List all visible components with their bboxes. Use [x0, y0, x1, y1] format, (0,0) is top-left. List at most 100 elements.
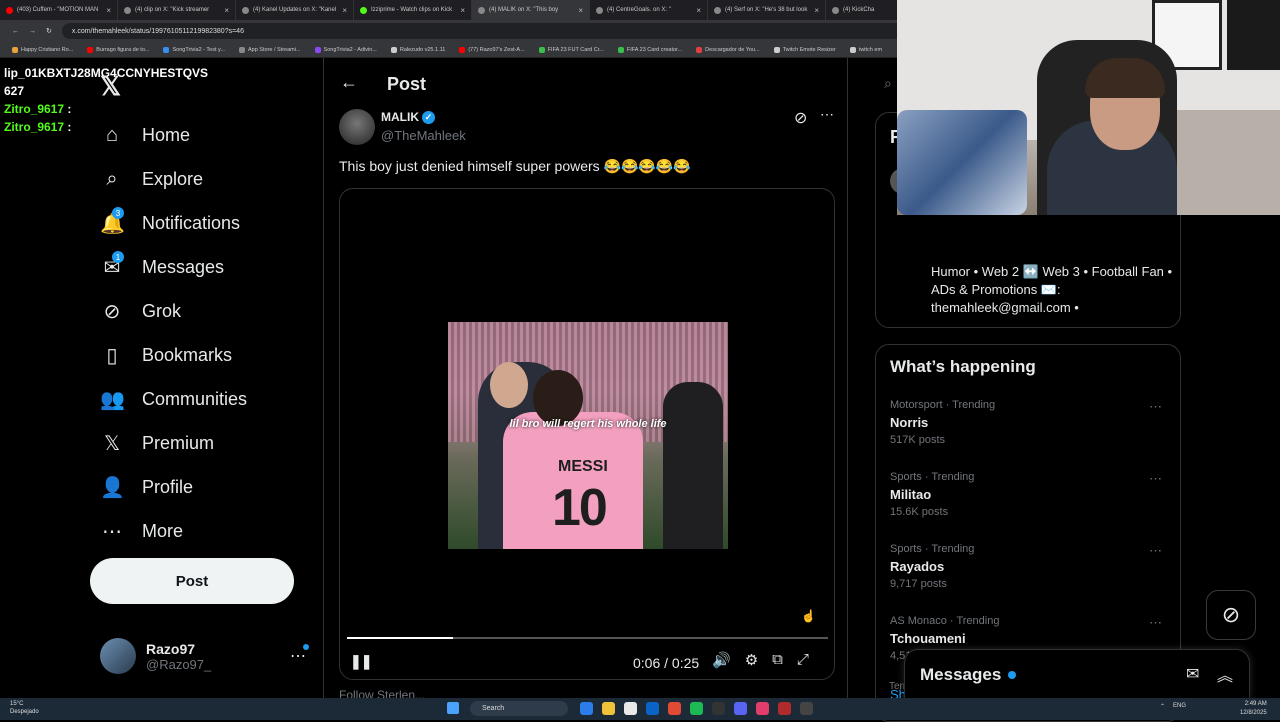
- video-progress-fill: [347, 637, 453, 639]
- bookmarks-icon: ▯: [106, 344, 118, 367]
- bookmark-item[interactable]: Twitch Emote Resizer: [773, 46, 836, 53]
- trend-more-icon[interactable]: ⋯: [1149, 615, 1162, 631]
- app-icon[interactable]: [712, 702, 725, 715]
- trend-more-icon[interactable]: ⋯: [1149, 471, 1162, 487]
- close-tab-icon[interactable]: ×: [578, 6, 583, 15]
- back-arrow-icon[interactable]: ←: [340, 72, 358, 93]
- account-notification-dot: [303, 644, 309, 650]
- sidebar-item-premium[interactable]: 𝕏 Premium: [100, 421, 300, 465]
- avatar: [100, 638, 136, 674]
- tab-favicon-icon: [714, 6, 721, 14]
- sidebar-item-profile[interactable]: 👤 Profile: [100, 465, 300, 509]
- browser-tab[interactable]: (403) Cuffem - "MOTION MAN ×: [0, 0, 118, 20]
- browser-tab[interactable]: (4) CentreGoals. on X: " ×: [590, 0, 708, 20]
- pip-icon[interactable]: ⧉: [772, 651, 783, 669]
- windows-start-icon[interactable]: [447, 702, 459, 714]
- bookmark-item[interactable]: SongTrivia2 - Adivin...: [314, 46, 377, 53]
- mail-app-icon[interactable]: [646, 702, 659, 715]
- tray-chevron-icon[interactable]: ⌃: [1160, 703, 1165, 710]
- tab-title: (4) clip on X: "Kick streamer: [135, 7, 210, 13]
- sidebar-item-messages[interactable]: ✉ 1 Messages: [100, 245, 300, 289]
- tab-title: (4) Serf on X: "He's 38 but look: [725, 7, 808, 13]
- browser-tab[interactable]: Izziprime - Watch clips on Kick ×: [354, 0, 472, 20]
- search-icon[interactable]: ⌕: [884, 75, 892, 92]
- file-explorer-icon[interactable]: [602, 702, 615, 715]
- language-indicator[interactable]: ENG: [1173, 703, 1186, 710]
- app-icon[interactable]: [756, 702, 769, 715]
- app-icon[interactable]: [800, 702, 813, 715]
- tab-title: (4) KickCha: [843, 7, 875, 13]
- trend-item[interactable]: Sports · Trending Militao 15.6K posts ⋯: [890, 471, 1170, 518]
- back-nav-icon[interactable]: ←: [12, 28, 19, 35]
- messages-dock[interactable]: Messages ✉ ︽: [904, 649, 1250, 698]
- sidebar-item-explore[interactable]: ⌕ Explore: [100, 157, 300, 201]
- bookmark-item[interactable]: Happy Cristiano Ro...: [12, 46, 73, 53]
- trend-more-icon[interactable]: ⋯: [1149, 543, 1162, 559]
- explore-icon: ⌕: [106, 167, 118, 190]
- expand-chevron-icon[interactable]: ︽: [1217, 662, 1233, 686]
- close-tab-icon[interactable]: ×: [106, 6, 111, 15]
- weather-widget[interactable]: 15°C Despejado: [10, 700, 39, 716]
- video-frame[interactable]: MESSI 10 lil bro will regert his whole l…: [448, 322, 728, 549]
- pause-icon[interactable]: ❚❚: [350, 653, 372, 670]
- sidebar-item-notifications[interactable]: 🔔 3 Notifications: [100, 201, 300, 245]
- new-message-icon[interactable]: ✉: [1186, 664, 1199, 684]
- x-logo-icon[interactable]: 𝕏: [100, 71, 121, 102]
- discord-app-icon[interactable]: [734, 702, 747, 715]
- browser-tab[interactable]: (4) clip on X: "Kick streamer ×: [118, 0, 236, 20]
- bookmark-item[interactable]: Burrago figura de to...: [87, 46, 149, 53]
- video-progress-bar[interactable]: [347, 637, 828, 639]
- volume-icon[interactable]: 🔊: [712, 651, 731, 669]
- close-tab-icon[interactable]: ×: [342, 6, 347, 15]
- grok-floating-button[interactable]: ⊘: [1206, 590, 1256, 640]
- notification-badge: 1: [112, 251, 124, 263]
- store-app-icon[interactable]: [624, 702, 637, 715]
- trend-item[interactable]: Sports · Trending Rayados 9,717 posts ⋯: [890, 543, 1170, 590]
- sidebar-item-more[interactable]: ⋯ More: [100, 509, 300, 553]
- bookmark-item[interactable]: FIFA 23 Card creator...: [617, 46, 682, 53]
- tab-favicon-icon: [124, 6, 131, 14]
- trend-item[interactable]: Motorsport · Trending Norris 517K posts ⋯: [890, 399, 1170, 446]
- sidebar-item-bookmarks[interactable]: ▯ Bookmarks: [100, 333, 300, 377]
- settings-gear-icon[interactable]: ⚙: [745, 651, 758, 669]
- spotify-app-icon[interactable]: [690, 702, 703, 715]
- account-switcher[interactable]: Razo97 @Razo97_: [100, 638, 211, 674]
- grok-icon[interactable]: ⊘: [794, 108, 807, 128]
- reload-icon[interactable]: ↻: [46, 27, 52, 35]
- author-handle[interactable]: @TheMahleek: [381, 128, 466, 143]
- bookmark-favicon-icon: [459, 46, 466, 53]
- close-tab-icon[interactable]: ×: [224, 6, 229, 15]
- close-tab-icon[interactable]: ×: [814, 6, 819, 15]
- browser-tab[interactable]: (4) Kanel Updates on X: "Kanel ×: [236, 0, 354, 20]
- post-button[interactable]: Post: [90, 558, 294, 604]
- bookmark-item[interactable]: FIFA 23 FUT Card Cr...: [538, 46, 604, 53]
- bookmark-item[interactable]: (77) Razo97's Zest-A...: [459, 46, 525, 53]
- bookmark-item[interactable]: Ralezudo v25.1.11: [390, 46, 445, 53]
- taskbar-clock[interactable]: 2:49 AM 12/8/2025: [1240, 700, 1267, 718]
- edge-app-icon[interactable]: [580, 702, 593, 715]
- bookmark-item[interactable]: Descargador de You...: [696, 46, 760, 53]
- close-tab-icon[interactable]: ×: [460, 6, 465, 15]
- jersey-number: 10: [552, 479, 608, 537]
- forward-nav-icon[interactable]: →: [29, 28, 36, 35]
- browser-tab[interactable]: (4) MALIK on X: "This boy ×: [472, 0, 590, 20]
- bookmark-item[interactable]: SongTrivia2 - Test y...: [163, 46, 225, 53]
- bookmark-favicon-icon: [538, 46, 545, 53]
- trend-more-icon[interactable]: ⋯: [1149, 399, 1162, 415]
- close-tab-icon[interactable]: ×: [696, 6, 701, 15]
- app-icon[interactable]: [778, 702, 791, 715]
- post-more-icon[interactable]: ⋯: [820, 106, 834, 123]
- sidebar-item-home[interactable]: ⌂ Home: [100, 113, 300, 157]
- video-player[interactable]: MESSI 10 lil bro will regert his whole l…: [339, 188, 835, 680]
- sidebar-item-communities[interactable]: 👥 Communities: [100, 377, 300, 421]
- author-avatar[interactable]: [339, 109, 375, 145]
- bookmark-item[interactable]: twitch em: [849, 46, 882, 53]
- taskbar-search[interactable]: Search: [470, 701, 568, 716]
- fullscreen-icon[interactable]: ⤢: [797, 651, 809, 669]
- browser-tab[interactable]: (4) Serf on X: "He's 38 but look ×: [708, 0, 826, 20]
- chrome-app-icon[interactable]: [668, 702, 681, 715]
- bookmark-item[interactable]: App Store / Streami...: [238, 46, 301, 53]
- unread-dot: [1008, 671, 1016, 679]
- author-name[interactable]: MALIK ✓: [381, 110, 435, 125]
- sidebar-item-grok[interactable]: ⊘ Grok: [100, 289, 300, 333]
